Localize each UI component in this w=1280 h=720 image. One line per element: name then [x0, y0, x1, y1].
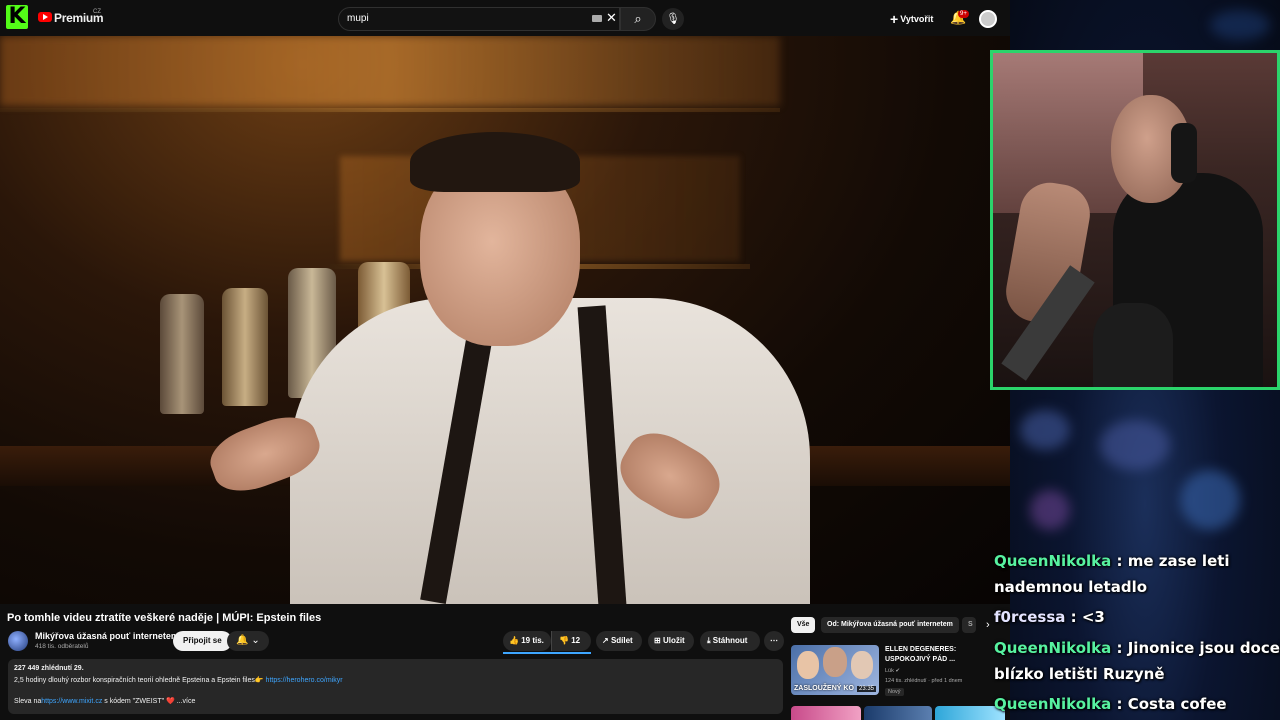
- webcam-feed: [990, 50, 1280, 390]
- stream-chat: QueenNikolka : me zase leti nademnou let…: [992, 548, 1280, 720]
- share-icon: ↗: [602, 636, 609, 645]
- video-player[interactable]: [0, 36, 1010, 604]
- related-video-thumbnail[interactable]: ZASLOUŽENÝ KO 23:35: [791, 645, 879, 695]
- share-label: Sdílet: [610, 636, 633, 645]
- voice-search-button[interactable]: 🎙: [662, 8, 684, 30]
- download-button[interactable]: ⤓ Stáhnout: [700, 631, 760, 651]
- bottle: [160, 294, 204, 414]
- description-line: 2,5 hodiny dlouhý rozbor konspiračních t…: [14, 676, 343, 684]
- download-label: Stáhnout: [712, 636, 748, 645]
- related-video-meta: 124 tis. zhlédnutí · před 1 dnem: [885, 678, 963, 684]
- chevron-right-icon[interactable]: ›: [986, 619, 990, 631]
- description-link[interactable]: https://www.mixit.cz: [41, 698, 102, 705]
- backlit-bottles: [0, 36, 780, 106]
- description-line: Sleva nahttps://www.mixit.cz s kódem "ZW…: [14, 697, 195, 705]
- thumb-face: [823, 647, 847, 677]
- bokeh-light: [1020, 410, 1070, 450]
- chat-message: QueenNikolka : Jinonice jsou docela: [994, 635, 1280, 661]
- top-bar: K Premium CZ mupi ✕ ⌕ 🎙 + Vytvořit 🔔 9+: [0, 0, 1010, 36]
- save-button[interactable]: ⊞ Uložit: [648, 631, 694, 651]
- like-count: 19 tis.: [521, 636, 544, 645]
- save-icon: ⊞: [654, 636, 661, 645]
- thumbs-down-icon: 👎: [559, 636, 569, 645]
- chip-more[interactable]: S: [962, 617, 976, 633]
- presenter-hair: [410, 132, 580, 192]
- account-avatar[interactable]: [979, 10, 997, 28]
- chat-text: : Costa cofee: [1111, 695, 1227, 713]
- join-button[interactable]: Připojit se: [173, 631, 232, 651]
- search-input[interactable]: mupi: [347, 13, 369, 24]
- chat-username: f0rcessa: [994, 608, 1066, 626]
- chip-all[interactable]: Vše: [791, 617, 816, 633]
- save-label: Uložit: [662, 636, 685, 645]
- chat-text: : <3: [1065, 608, 1105, 626]
- create-label: Vytvořit: [900, 14, 934, 24]
- new-badge: Nový: [885, 688, 904, 696]
- notification-count-badge: 9+: [958, 10, 969, 18]
- thumbnail-caption: ZASLOUŽENÝ KO: [794, 685, 854, 692]
- like-ratio-bar: [503, 652, 591, 654]
- chat-username: QueenNikolka: [994, 552, 1112, 570]
- youtube-window: K Premium CZ mupi ✕ ⌕ 🎙 +Vytvořit 🔔 9+: [0, 0, 1010, 720]
- related-video-thumbnail[interactable]: [791, 706, 861, 720]
- search-icon: ⌕: [634, 11, 642, 26]
- kick-logo: K: [6, 5, 28, 29]
- chat-message: f0rcessa : <3: [994, 604, 1105, 630]
- related-channel-name[interactable]: Lük ✔: [885, 668, 900, 674]
- description-link[interactable]: https://herohero.co/mikyr: [266, 677, 343, 684]
- like-button[interactable]: 👍 19 tis.: [503, 631, 551, 651]
- chat-username: QueenNikolka: [994, 639, 1112, 657]
- headphones: [1171, 123, 1197, 183]
- chevron-down-icon: ⌄: [251, 635, 260, 646]
- bokeh-light: [1180, 470, 1240, 530]
- related-video-title[interactable]: ELLEN DEGENERES: USPOKOJIVÝ PÁD ...: [885, 645, 995, 665]
- channel-name[interactable]: Mikýřova úžasná pouť internetem: [35, 631, 179, 641]
- bokeh-light: [1030, 490, 1070, 530]
- youtube-logo-icon[interactable]: [38, 12, 52, 22]
- chat-text: : me zase leti: [1111, 552, 1230, 570]
- bokeh-light: [1210, 10, 1270, 40]
- bokeh-light: [1100, 420, 1170, 470]
- share-button[interactable]: ↗ Sdílet: [596, 631, 642, 651]
- channel-avatar[interactable]: [8, 631, 28, 651]
- keyboard-icon[interactable]: [592, 15, 602, 22]
- more-actions-button[interactable]: ⋯: [764, 631, 784, 651]
- description-more[interactable]: s kódem "ZWEIST" ❤️ ...více: [102, 698, 195, 705]
- microphone-icon: 🎙: [666, 13, 680, 25]
- search-button[interactable]: ⌕: [620, 7, 656, 31]
- create-button[interactable]: + Vytvořit: [890, 11, 933, 27]
- description-text: Sleva na: [14, 698, 42, 705]
- download-icon: ⤓: [707, 636, 711, 645]
- subscription-notifications-button[interactable]: 🔔 ⌄: [227, 631, 269, 651]
- chair: [1093, 303, 1173, 387]
- view-stats: 227 449 zhlédnutí 29.: [14, 665, 84, 672]
- region-label: CZ: [93, 9, 101, 15]
- more-icon: ⋯: [770, 636, 778, 645]
- thumb-face: [797, 651, 819, 679]
- description-box[interactable]: 227 449 zhlédnutí 29. 2,5 hodiny dlouhý …: [8, 659, 783, 714]
- chat-message-continuation: blízko letišti Ruzyně: [994, 665, 1165, 683]
- bottle: [222, 288, 268, 406]
- bar-shelf: [0, 108, 780, 112]
- chat-message: QueenNikolka : me zase leti: [994, 548, 1230, 574]
- presenter-shirt: [290, 298, 810, 604]
- thumb-face: [851, 651, 873, 679]
- related-video-thumbnail[interactable]: [864, 706, 932, 720]
- plus-icon: +: [890, 11, 899, 27]
- video-duration: 23:35: [856, 686, 876, 692]
- chat-text: : Jinonice jsou docela: [1111, 639, 1280, 657]
- chat-message: QueenNikolka : Costa cofee: [994, 691, 1227, 717]
- thumbs-up-icon: 👍: [509, 636, 519, 645]
- bell-icon: 🔔: [236, 635, 249, 646]
- search-box[interactable]: [338, 7, 620, 31]
- chip-from-channel[interactable]: Od: Mikýřova úžasná pouť internetem: [821, 617, 959, 633]
- video-title: Po tomhle videu ztratíte veškeré naděje …: [7, 612, 322, 624]
- chat-message-continuation: nademnou letadlo: [994, 578, 1148, 596]
- dislike-button[interactable]: 👎 12: [551, 631, 591, 651]
- chat-username: QueenNikolka: [994, 695, 1112, 713]
- description-text: 2,5 hodiny dlouhý rozbor konspiračních t…: [14, 677, 266, 684]
- dislike-count: 12: [571, 636, 581, 645]
- clear-search-icon[interactable]: ✕: [606, 10, 617, 26]
- subscriber-count: 418 tis. odběratelů: [35, 643, 89, 650]
